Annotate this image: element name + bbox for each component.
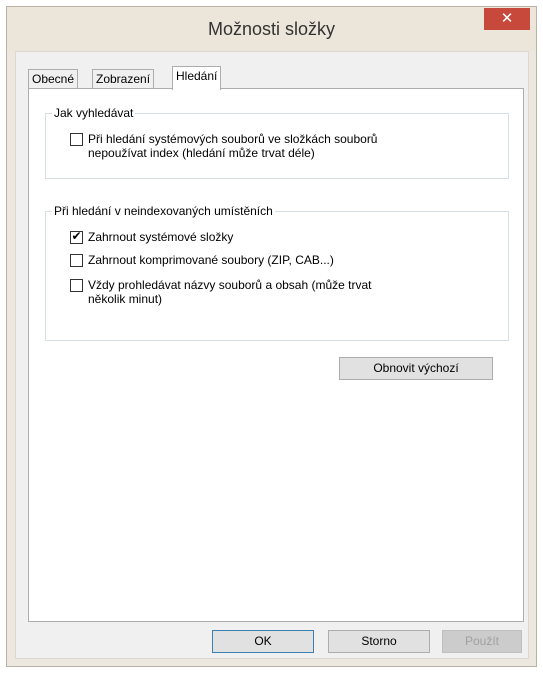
option-no-index-system-files[interactable]: Při hledání systémových souborů ve složk… — [70, 132, 377, 160]
checkbox-include-system-folders[interactable]: ✔ — [70, 229, 83, 244]
apply-button[interactable]: Použít — [442, 630, 522, 653]
window-title: Možnosti složky — [207, 19, 336, 39]
option-label: Vždy prohledávat názvy souborů a obsah (… — [88, 278, 372, 306]
dialog-client-area: Obecné Zobrazení Hledání Jak vyhledávat … — [15, 51, 529, 659]
close-button[interactable]: ✕ — [484, 8, 530, 30]
option-label-line2: nepoužívat index (hledání může trvat dél… — [88, 146, 315, 160]
close-icon: ✕ — [500, 10, 514, 27]
option-include-compressed-files[interactable]: Zahrnout komprimované soubory (ZIP, CAB.… — [70, 253, 334, 267]
group-search-how: Jak vyhledávat Při hledání systémových s… — [45, 106, 509, 179]
group-legend-search-how: Jak vyhledávat — [52, 106, 136, 120]
checkbox-include-compressed-files[interactable] — [70, 254, 83, 267]
tab-view[interactable]: Zobrazení — [92, 69, 155, 88]
option-always-search-contents[interactable]: Vždy prohledávat názvy souborů a obsah (… — [70, 278, 372, 306]
group-non-indexed: Při hledání v neindexovaných umístěních … — [45, 204, 509, 341]
option-label: Při hledání systémových souborů ve složk… — [88, 132, 377, 160]
option-label-line1: Při hledání systémových souborů ve složk… — [88, 132, 378, 146]
search-tab-panel: Jak vyhledávat Při hledání systémových s… — [28, 88, 524, 622]
restore-defaults-button[interactable]: Obnovit výchozí — [339, 357, 493, 380]
option-label: Zahrnout komprimované soubory (ZIP, CAB.… — [88, 253, 334, 267]
ok-button[interactable]: OK — [212, 630, 314, 653]
tab-search[interactable]: Hledání — [172, 66, 222, 90]
checkbox-no-index-system-files[interactable] — [70, 133, 83, 146]
folder-options-window: Možnosti složky ✕ Obecné Zobrazení Hledá… — [6, 6, 537, 667]
option-label-line1: Vždy prohledávat názvy souborů a obsah (… — [88, 278, 372, 292]
checkbox-always-search-contents[interactable] — [70, 279, 83, 292]
option-include-system-folders[interactable]: ✔ Zahrnout systémové složky — [70, 230, 233, 244]
group-legend-non-indexed: Při hledání v neindexovaných umístěních — [52, 204, 275, 218]
checkmark-icon: ✔ — [71, 229, 82, 243]
tab-general[interactable]: Obecné — [28, 69, 79, 88]
option-label-line2: několik minut) — [88, 292, 163, 306]
title-bar[interactable]: Možnosti složky ✕ — [7, 7, 536, 51]
cancel-button[interactable]: Storno — [328, 630, 430, 653]
option-label: Zahrnout systémové složky — [88, 230, 234, 244]
